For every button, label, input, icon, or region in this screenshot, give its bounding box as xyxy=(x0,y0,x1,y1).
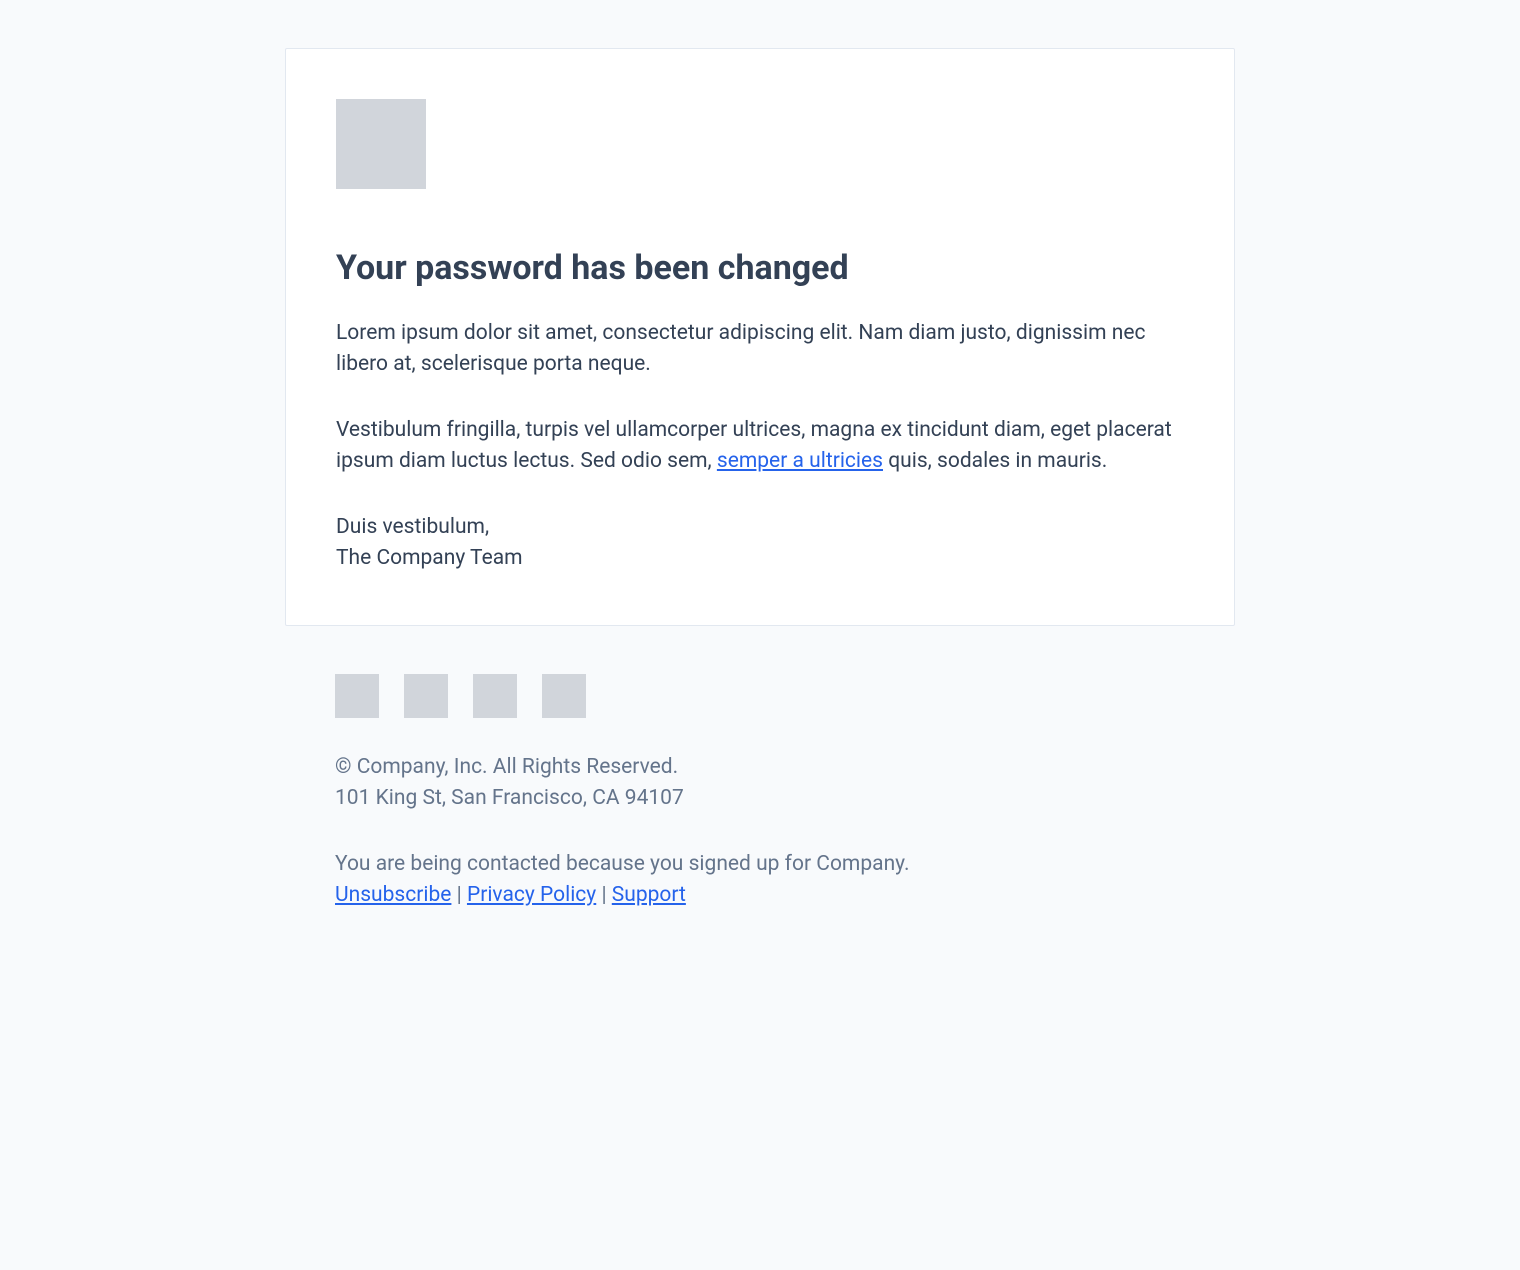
footer-address: 101 King St, San Francisco, CA 94107 xyxy=(335,786,684,810)
social-icon-3[interactable] xyxy=(473,674,517,718)
paragraph-2-post: quis, sodales in mauris. xyxy=(883,449,1107,473)
link-separator-1: | xyxy=(451,883,467,907)
email-card: Your password has been changed Lorem ips… xyxy=(285,48,1235,626)
email-heading: Your password has been changed xyxy=(336,247,1184,290)
email-paragraph-2: Vestibulum fringilla, turpis vel ullamco… xyxy=(336,415,1184,478)
footer-legal: © Company, Inc. All Rights Reserved. 101… xyxy=(335,752,1185,815)
signoff-line-1: Duis vestibulum, xyxy=(336,515,489,539)
link-separator-2: | xyxy=(596,883,612,907)
social-row xyxy=(335,674,1185,718)
inline-link[interactable]: semper a ultricies xyxy=(717,449,883,473)
social-icon-1[interactable] xyxy=(335,674,379,718)
footer-copyright: © Company, Inc. All Rights Reserved. xyxy=(335,755,678,779)
email-footer: © Company, Inc. All Rights Reserved. 101… xyxy=(285,674,1235,912)
signoff-line-2: The Company Team xyxy=(336,546,523,570)
email-paragraph-1: Lorem ipsum dolor sit amet, consectetur … xyxy=(336,318,1184,381)
unsubscribe-link[interactable]: Unsubscribe xyxy=(335,883,451,907)
social-icon-2[interactable] xyxy=(404,674,448,718)
email-container: Your password has been changed Lorem ips… xyxy=(285,48,1235,912)
footer-contact: You are being contacted because you sign… xyxy=(335,849,1185,912)
footer-contact-reason: You are being contacted because you sign… xyxy=(335,852,910,876)
email-signoff: Duis vestibulum, The Company Team xyxy=(336,512,1184,575)
support-link[interactable]: Support xyxy=(612,883,686,907)
logo-placeholder xyxy=(336,99,426,189)
privacy-link[interactable]: Privacy Policy xyxy=(467,883,596,907)
social-icon-4[interactable] xyxy=(542,674,586,718)
